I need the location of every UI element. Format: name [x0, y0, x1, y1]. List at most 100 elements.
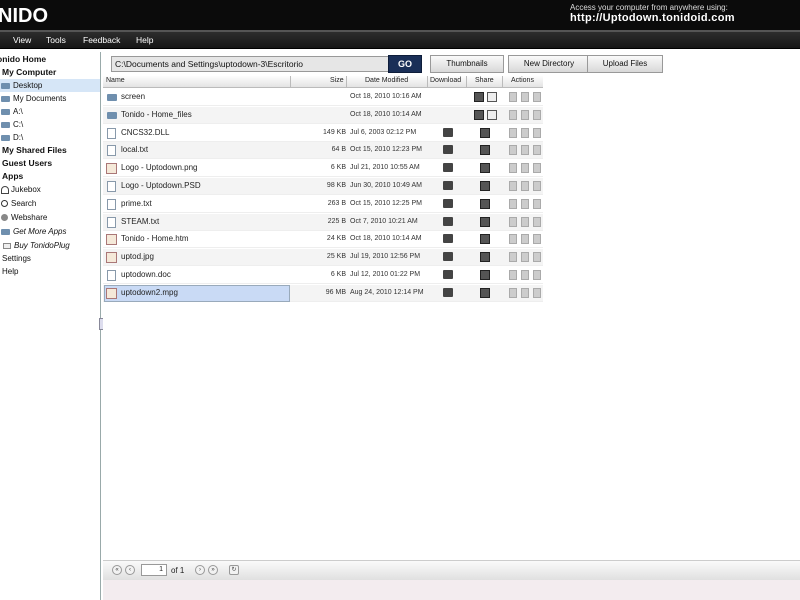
delete-icon[interactable] — [533, 198, 541, 209]
table-row[interactable]: local.txt 64 B Oct 15, 2010 12:23 PM — [103, 142, 543, 160]
rename-icon[interactable] — [509, 109, 517, 120]
file-name[interactable]: local.txt — [121, 145, 148, 154]
file-name[interactable]: Tonido - Home.htm — [121, 234, 189, 243]
first-page-button[interactable]: « — [112, 565, 122, 575]
file-name[interactable]: uptodown.doc — [121, 270, 171, 279]
sidebar-item-guest-users[interactable]: Guest Users — [2, 157, 102, 170]
thumbnails-button[interactable]: Thumbnails — [430, 55, 504, 73]
next-page-button[interactable]: › — [195, 565, 205, 575]
copy-icon[interactable] — [521, 127, 529, 138]
last-page-button[interactable]: » — [208, 565, 218, 575]
download-icon[interactable] — [443, 270, 453, 279]
table-row[interactable]: Tonido - Home_files Oct 18, 2010 10:14 AM — [103, 106, 543, 124]
download-icon[interactable] — [443, 127, 453, 137]
sidebar-item-my-documents[interactable]: My Documents — [0, 92, 100, 105]
sidebar-item-home[interactable]: onido Home — [0, 53, 97, 66]
download-icon[interactable] — [443, 145, 453, 155]
share-icon[interactable] — [480, 145, 490, 156]
delete-icon[interactable] — [533, 287, 541, 298]
delete-icon[interactable] — [533, 181, 541, 191]
table-row[interactable]: screen Oct 18, 2010 10:16 AM — [103, 89, 543, 106]
delete-icon[interactable] — [533, 109, 541, 120]
file-name[interactable]: uptodown2.mpg — [121, 288, 178, 297]
access-url-link[interactable]: http://Uptodown.tonidoid.com — [570, 12, 735, 24]
rename-icon[interactable] — [509, 216, 517, 227]
download-icon[interactable] — [443, 216, 453, 226]
header-size[interactable]: Size — [330, 77, 344, 84]
page-number-input[interactable]: 1 — [141, 564, 167, 576]
file-name[interactable]: Logo - Uptodown.png — [121, 163, 198, 172]
share-icon[interactable] — [480, 216, 490, 227]
download-icon[interactable] — [443, 287, 453, 297]
download-icon[interactable] — [443, 234, 453, 244]
table-row[interactable]: Tonido - Home.htm 24 KB Oct 18, 2010 10:14… — [103, 231, 543, 249]
share-icon[interactable] — [474, 92, 484, 102]
webshare-icon[interactable] — [487, 92, 497, 102]
copy-icon[interactable] — [521, 109, 529, 120]
table-row[interactable]: Logo - Uptodown.png 6 KB Jul 21, 2010 10:5… — [103, 160, 543, 178]
sidebar-item-drive-c[interactable]: C:\ — [0, 118, 100, 131]
download-icon[interactable] — [443, 252, 453, 262]
rename-icon[interactable] — [509, 127, 517, 138]
menu-tools[interactable]: Tools — [46, 35, 66, 45]
share-icon[interactable] — [480, 252, 490, 263]
sidebar-item-drive-d[interactable]: D:\ — [0, 131, 100, 144]
share-icon[interactable] — [480, 287, 490, 298]
download-icon[interactable] — [443, 163, 453, 173]
menu-feedback[interactable]: Feedback — [83, 35, 120, 45]
share-icon[interactable] — [480, 234, 490, 245]
rename-icon[interactable] — [509, 252, 517, 263]
sidebar-item-apps[interactable]: Apps — [2, 170, 102, 183]
sidebar-item-search[interactable]: Search — [0, 197, 100, 210]
copy-icon[interactable] — [521, 234, 529, 245]
table-row[interactable]: Logo - Uptodown.PSD 98 KB Jun 30, 2010 10:… — [103, 178, 543, 195]
file-name[interactable]: uptod.jpg — [121, 252, 154, 261]
sidebar-item-shared-files[interactable]: My Shared Files — [2, 144, 102, 157]
copy-icon[interactable] — [521, 163, 529, 174]
upload-files-button[interactable]: Upload Files — [587, 55, 663, 73]
file-name[interactable]: Tonido - Home_files — [121, 110, 192, 119]
copy-icon[interactable] — [521, 270, 529, 280]
sidebar-item-help[interactable]: Help — [2, 265, 102, 278]
download-icon[interactable] — [443, 198, 453, 208]
delete-icon[interactable] — [533, 252, 541, 263]
copy-icon[interactable] — [521, 145, 529, 156]
go-button[interactable]: GO — [388, 55, 422, 73]
rename-icon[interactable] — [509, 163, 517, 174]
file-name[interactable]: STEAM.txt — [121, 217, 159, 226]
download-icon[interactable] — [443, 181, 453, 190]
delete-icon[interactable] — [533, 270, 541, 280]
file-name[interactable]: screen — [121, 92, 145, 101]
copy-icon[interactable] — [521, 92, 529, 102]
rename-icon[interactable] — [509, 198, 517, 209]
sidebar-item-my-computer[interactable]: My Computer — [2, 66, 102, 79]
new-directory-button[interactable]: New Directory — [508, 55, 590, 73]
delete-icon[interactable] — [533, 216, 541, 227]
copy-icon[interactable] — [521, 216, 529, 227]
rename-icon[interactable] — [509, 92, 517, 102]
rename-icon[interactable] — [509, 287, 517, 298]
copy-icon[interactable] — [521, 181, 529, 191]
table-row[interactable]: STEAM.txt 225 B Oct 7, 2010 10:21 AM — [103, 213, 543, 231]
table-row[interactable]: prime.txt 263 B Oct 15, 2010 12:25 PM — [103, 196, 543, 213]
sidebar-item-desktop[interactable]: Desktop — [0, 79, 100, 92]
copy-icon[interactable] — [521, 287, 529, 298]
file-name[interactable]: Logo - Uptodown.PSD — [121, 181, 201, 190]
sidebar-item-buy-tonidoplug[interactable]: Buy TonidoPlug — [0, 239, 100, 252]
rename-icon[interactable] — [509, 270, 517, 280]
refresh-button[interactable]: ↻ — [229, 565, 239, 575]
sidebar-item-drive-a[interactable]: A:\ — [0, 105, 100, 118]
file-name[interactable]: CNCS32.DLL — [121, 128, 169, 137]
share-icon[interactable] — [480, 163, 490, 174]
share-icon[interactable] — [474, 109, 484, 120]
delete-icon[interactable] — [533, 127, 541, 138]
webshare-icon[interactable] — [487, 109, 497, 120]
table-row[interactable]: uptodown.doc 6 KB Jul 12, 2010 01:22 PM — [103, 267, 543, 284]
rename-icon[interactable] — [509, 181, 517, 191]
header-name[interactable]: Name — [106, 77, 125, 84]
menu-view[interactable]: View — [13, 35, 31, 45]
table-row[interactable]: uptodown2.mpg 96 MB Aug 24, 2010 12:14 PM — [103, 284, 543, 302]
sidebar-item-jukebox[interactable]: Jukebox — [0, 183, 100, 196]
copy-icon[interactable] — [521, 252, 529, 263]
rename-icon[interactable] — [509, 234, 517, 245]
